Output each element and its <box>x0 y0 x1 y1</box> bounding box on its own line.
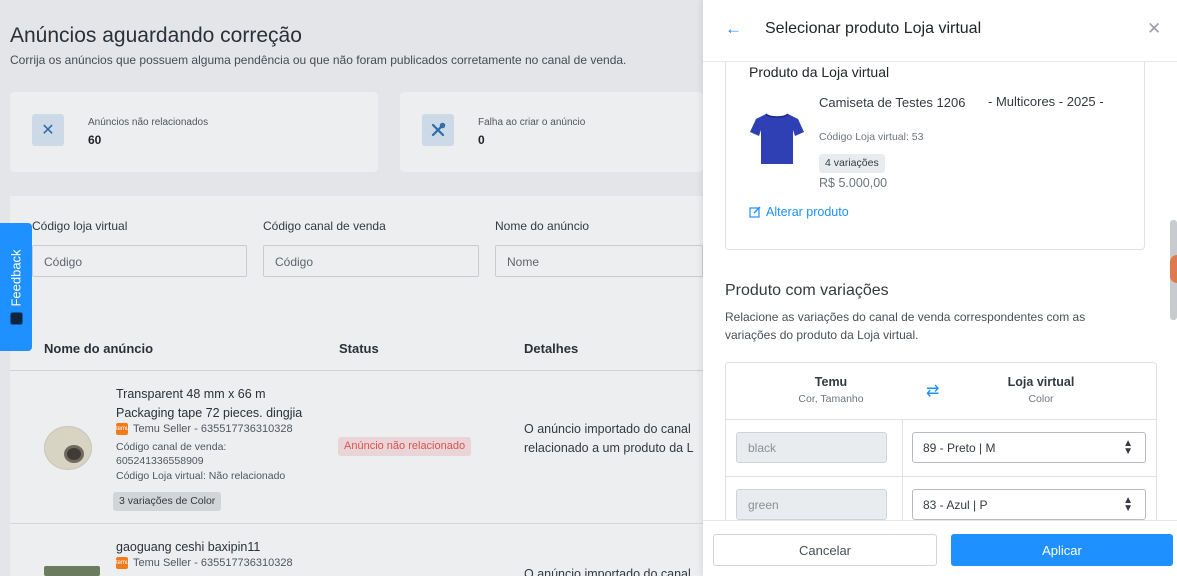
product-name: Packaging tape 72 pieces. dingjia <box>116 406 303 420</box>
drawer-header: ← Selecionar produto Loja virtual ✕ <box>703 0 1177 62</box>
edit-icon <box>749 206 761 218</box>
drawer-body: Produto da Loja virtual Camiseta de Test… <box>703 62 1177 520</box>
source-variation-field: black <box>736 432 887 463</box>
store-product-card: Produto da Loja virtual Camiseta de Test… <box>725 62 1145 250</box>
stat-card-unrelated[interactable]: ✕ Anúncios não relacionados 60 <box>10 92 378 172</box>
column-header-details[interactable]: Detalhes <box>524 341 578 356</box>
x-icon: ✕ <box>32 114 64 146</box>
mapping-row: black 89 - Preto | M ▲ ▼ <box>726 420 1156 477</box>
feedback-button[interactable]: Feedback <box>0 223 32 351</box>
section-title: Produto com variações <box>725 282 889 299</box>
select-caret-icon: ▲ ▼ <box>1123 438 1133 457</box>
tape-product-image <box>44 426 92 470</box>
product-name: gaoguang ceshi baxipin11 <box>116 540 261 554</box>
drawer-footer: Cancelar Aplicar <box>703 520 1177 576</box>
change-product-label: Alterar produto <box>766 205 849 219</box>
background-page: Anúncios aguardando correção Corrija os … <box>0 0 703 576</box>
card-title: Produto da Loja virtual <box>749 64 890 80</box>
temu-icon: temu <box>116 423 129 435</box>
variations-badge: 4 variações <box>819 154 885 173</box>
mapping-row: green 83 - Azul | P ▲ ▼ <box>726 477 1156 520</box>
feedback-icon <box>10 312 22 325</box>
swap-arrows-icon: ⇄ <box>926 383 940 400</box>
variation-mapping-table: Temu Cor, Tamanho ⇄ Loja virtual Color b… <box>725 362 1157 520</box>
stat-label: Falha ao criar o anúncio <box>478 117 586 128</box>
table-header: Nome do anúncio Status Detalhes <box>10 333 703 371</box>
store-name: Temu Seller - 635517736310328 <box>133 423 293 435</box>
filter-label-ad-name: Nome do anúncio <box>495 219 590 233</box>
store-code: Código Loja virtual: Não relacionado <box>116 470 286 482</box>
channel-code: 605241336558909 <box>116 455 204 467</box>
target-store-title: Loja virtual <box>1007 375 1075 389</box>
stat-card-failed[interactable]: Falha ao criar o anúncio 0 <box>400 92 703 172</box>
product-price: R$ 5.000,00 <box>819 176 888 190</box>
store-code-input[interactable]: Código <box>32 245 247 277</box>
floating-widget-edge[interactable] <box>1170 255 1177 283</box>
product-variant: - Multicores - 2025 - <box>988 94 1104 109</box>
source-variation-field: green <box>736 489 887 520</box>
store-line: temu Temu Seller - 635517736310328 <box>116 557 293 569</box>
cancel-button[interactable]: Cancelar <box>713 534 937 566</box>
details-text: relacionado a um produto da L <box>524 441 694 455</box>
ad-name-input[interactable]: Nome <box>495 245 703 277</box>
details-text: O anúncio importado do canal <box>524 567 691 576</box>
column-header-name[interactable]: Nome do anúncio <box>44 341 153 356</box>
feedback-label: Feedback <box>8 249 24 307</box>
product-image <box>44 566 100 576</box>
section-description: Relacione as variações do canal de venda… <box>725 310 1086 342</box>
product-name: Camiseta de Testes 1206 <box>819 95 966 110</box>
filter-label-channel-code: Código canal de venda <box>263 219 386 233</box>
mapping-header: Temu Cor, Tamanho ⇄ Loja virtual Color <box>726 363 1156 420</box>
filter-label-store-code: Código loja virtual <box>32 219 128 233</box>
product-code: Código Loja virtual: 53 <box>819 131 924 143</box>
temu-icon: temu <box>116 557 129 569</box>
select-caret-icon: ▲ ▼ <box>1123 495 1133 514</box>
source-channel-title: Temu <box>814 375 848 389</box>
details-text: O anúncio importado do canal <box>524 422 691 436</box>
stat-value: 60 <box>88 133 102 147</box>
close-icon[interactable]: ✕ <box>1147 19 1161 39</box>
selected-value: 83 - Azul | P <box>923 498 988 512</box>
channel-code-input[interactable]: Código <box>263 245 479 277</box>
change-product-link[interactable]: Alterar produto <box>749 205 849 219</box>
target-variation-select[interactable]: 83 - Azul | P ▲ ▼ <box>912 489 1146 520</box>
tools-icon <box>422 114 454 146</box>
channel-code-label: Código canal de venda: <box>116 441 227 453</box>
store-line: temu Temu Seller - 635517736310328 <box>116 423 293 435</box>
apply-button[interactable]: Aplicar <box>951 534 1173 566</box>
tshirt-product-image <box>750 113 804 164</box>
drawer-title: Selecionar produto Loja virtual <box>765 20 982 37</box>
selected-value: 89 - Preto | M <box>923 441 996 455</box>
stat-label: Anúncios não relacionados <box>88 117 209 128</box>
source-channel-subtitle: Cor, Tamanho <box>798 393 864 405</box>
page-title: Anúncios aguardando correção <box>10 24 302 47</box>
page-subtitle: Corrija os anúncios que possuem alguma p… <box>10 53 627 67</box>
product-name: Transparent 48 mm x 66 m <box>116 387 266 401</box>
variation-badge: 3 variações de Color <box>113 492 222 511</box>
status-badge: Anúncio não relacionado <box>338 437 472 456</box>
column-header-status[interactable]: Status <box>339 341 379 356</box>
stat-value: 0 <box>478 133 485 147</box>
select-product-drawer: ← Selecionar produto Loja virtual ✕ Prod… <box>703 0 1177 576</box>
target-store-subtitle: Color <box>1028 393 1054 405</box>
back-arrow-icon[interactable]: ← <box>725 19 742 39</box>
target-variation-select[interactable]: 89 - Preto | M ▲ ▼ <box>912 432 1146 463</box>
store-name: Temu Seller - 635517736310328 <box>133 557 293 569</box>
